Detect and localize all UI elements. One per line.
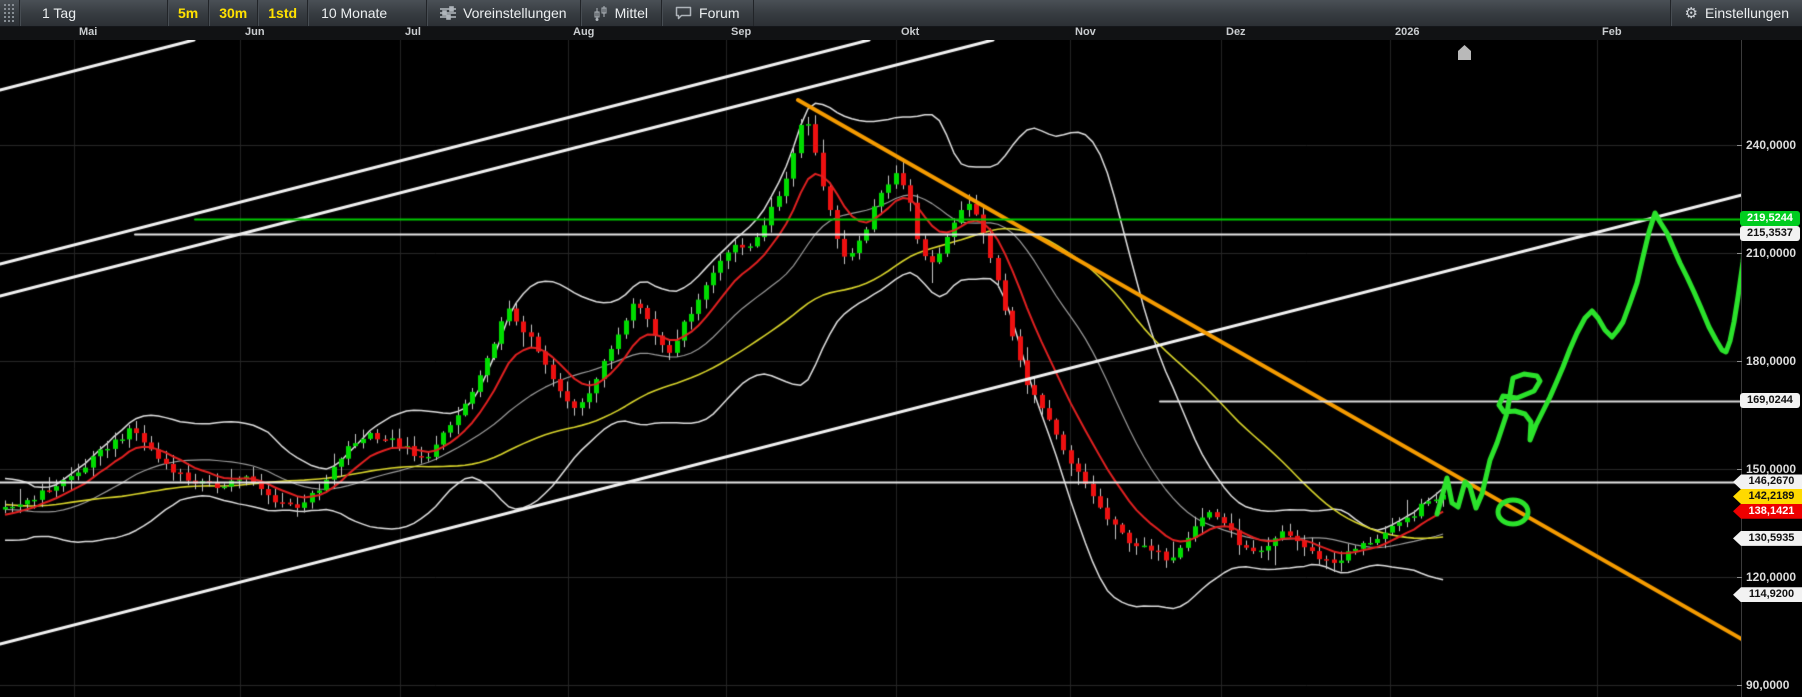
price-badge-114-9200: 114,9200 [1733, 587, 1802, 602]
price-badge-146-2670: 146,2670 [1733, 474, 1802, 489]
sliders-icon [440, 6, 456, 20]
range-10-monate-label: 10 Monate [321, 5, 387, 21]
y-axis-tickmark [1737, 577, 1742, 578]
einstellungen-label: Einstellungen [1705, 5, 1789, 21]
speech-bubble-icon [675, 6, 692, 20]
range-10-monate-button[interactable]: 10 Monate [308, 0, 427, 26]
toolbar: 1 Tag 5m 30m 1std 10 Monate Voreinstellu… [0, 0, 1802, 27]
price-badge-138-1421: 138,1421 [1733, 504, 1802, 519]
voreinstellungen-button[interactable]: Voreinstellungen [427, 0, 581, 26]
price-badge-130-5935: 130,5935 [1733, 531, 1802, 546]
timeframe-30m-button[interactable]: 30m [209, 0, 258, 26]
y-axis-tick-label: 120,0000 [1746, 570, 1796, 584]
month-label-nov: Nov [1075, 26, 1096, 38]
timeframe-5m-label: 5m [178, 5, 198, 21]
toolbar-drag-handle[interactable] [0, 0, 20, 26]
y-axis-tickmark [1737, 469, 1742, 470]
month-label-feb: Feb [1602, 26, 1622, 38]
month-label-jul: Jul [405, 26, 421, 38]
toolbar-spacer [754, 0, 1671, 26]
y-axis-tick-label: 180,0000 [1746, 354, 1796, 368]
timeframe-30m-label: 30m [219, 5, 247, 21]
y-axis-tick-label: 90,0000 [1746, 678, 1789, 692]
month-label-mai: Mai [79, 26, 97, 38]
y-axis-tickmark [1737, 361, 1742, 362]
forum-button[interactable]: Forum [662, 0, 753, 26]
timeframe-1std-label: 1std [268, 5, 297, 21]
month-label-aug: Aug [573, 26, 594, 38]
timeframe-1tag-label: 1 Tag [42, 5, 76, 21]
x-axis-month-row: Mai Jun Jul Aug Sep Okt Nov Dez 2026 Feb [0, 26, 1802, 40]
forum-label: Forum [699, 5, 739, 21]
timeframe-1std-button[interactable]: 1std [258, 0, 308, 26]
timeframe-1tag-button[interactable]: 1 Tag [20, 0, 168, 26]
gear-icon: ⚙ [1684, 4, 1697, 22]
price-badge-215-3537: 215,3537 [1740, 226, 1800, 241]
price-badge-219-5244: 219,5244 [1740, 211, 1800, 226]
y-axis-tick-label: 210,0000 [1746, 246, 1796, 260]
y-axis-tickmark [1737, 253, 1742, 254]
y-axis-tickmark [1737, 685, 1742, 686]
candlestick-icon [594, 6, 608, 21]
month-label-sep: Sep [731, 26, 751, 38]
voreinstellungen-label: Voreinstellungen [463, 5, 567, 21]
price-badge-169-0244: 169,0244 [1740, 393, 1800, 408]
y-axis-tick-label: 240,0000 [1746, 138, 1796, 152]
month-label-jun: Jun [245, 26, 265, 38]
price-badge-142-2189: 142,2189 [1733, 489, 1802, 504]
month-label-2026: 2026 [1395, 26, 1419, 38]
mittel-label: Mittel [615, 5, 648, 21]
y-axis-tick-label: 150,0000 [1746, 462, 1796, 476]
month-label-dez: Dez [1226, 26, 1246, 38]
mittel-button[interactable]: Mittel [581, 0, 662, 26]
chart-canvas[interactable] [0, 40, 1742, 697]
einstellungen-button[interactable]: ⚙ Einstellungen [1670, 0, 1802, 26]
y-axis-tickmark [1737, 145, 1742, 146]
timeframe-5m-button[interactable]: 5m [168, 0, 209, 26]
month-label-okt: Okt [901, 26, 919, 38]
